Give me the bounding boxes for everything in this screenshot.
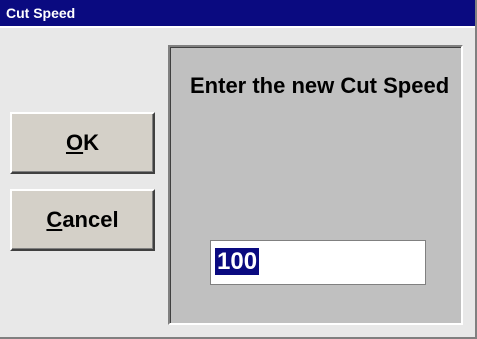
cut-speed-input[interactable]: 100 bbox=[210, 240, 426, 285]
ok-label-rest: K bbox=[83, 130, 99, 155]
cancel-button[interactable]: Cancel bbox=[10, 189, 155, 251]
input-panel: Enter the new Cut Speed 100 bbox=[168, 45, 463, 325]
ok-mnemonic: O bbox=[65, 130, 84, 155]
cut-speed-dialog: Cut Speed OK Cancel Enter the new Cut Sp… bbox=[0, 0, 477, 339]
cut-speed-value: 100 bbox=[215, 248, 260, 275]
prompt-label: Enter the new Cut Speed bbox=[190, 73, 450, 98]
cancel-label-rest: ancel bbox=[62, 207, 119, 232]
cancel-mnemonic: C bbox=[46, 207, 63, 232]
window-title: Cut Speed bbox=[6, 5, 76, 21]
dialog-body: OK Cancel Enter the new Cut Speed 100 bbox=[0, 26, 475, 337]
title-bar[interactable]: Cut Speed bbox=[0, 0, 475, 26]
ok-button[interactable]: OK bbox=[10, 112, 155, 174]
